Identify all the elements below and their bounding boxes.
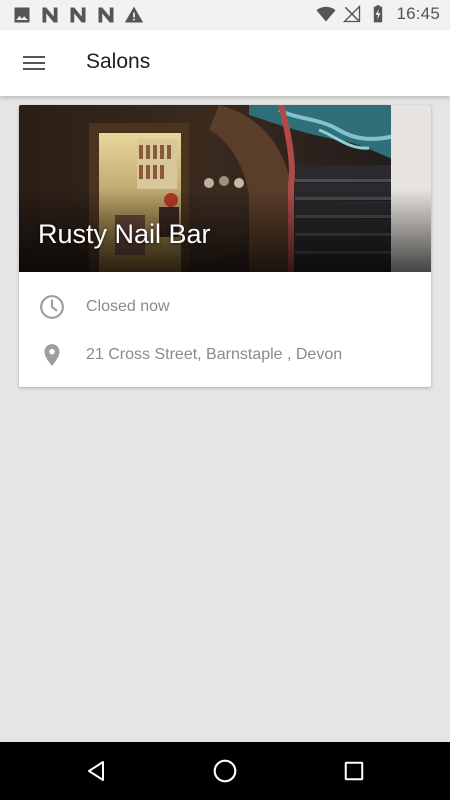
system-status-icons: 16:45 [316,4,440,24]
screen: 16:45 Salons Rusty Nail Bar Closed now 2… [0,0,450,800]
recents-icon [344,761,364,781]
notification-icons [12,5,144,25]
salon-name: Rusty Nail Bar [38,219,211,249]
salon-address: 21 Cross Street, Barnstaple , Devon [86,346,343,363]
page-title: Salons [86,50,151,73]
battery-charging-icon [374,5,383,23]
app-bar: Salons [0,30,450,96]
hours-row: Closed now [19,283,431,331]
clock-icon [40,295,64,319]
image-icon [14,7,30,23]
home-button[interactable] [210,756,240,786]
address-row[interactable]: 21 Cross Street, Barnstaple , Devon [19,331,431,379]
navigation-bar [0,742,450,800]
menu-icon [23,56,45,70]
location-pin-icon [44,344,60,366]
n-notification-icon [42,7,58,23]
wifi-icon [316,6,337,22]
n-notification-icon [98,7,114,23]
home-icon [213,759,237,783]
back-button[interactable] [81,756,111,786]
recents-button[interactable] [339,756,369,786]
back-icon [88,761,104,781]
menu-button[interactable] [14,43,54,83]
clock-time: 16:45 [396,4,440,23]
n-notification-icon [70,7,86,23]
hours-status: Closed now [86,298,170,315]
no-signal-icon [343,4,361,23]
warning-icon [124,6,144,23]
status-bar: 16:45 [0,0,450,30]
salon-image[interactable]: Rusty Nail Bar [19,105,431,272]
salon-card[interactable]: Rusty Nail Bar Closed now 21 Cross Stree… [19,105,431,387]
